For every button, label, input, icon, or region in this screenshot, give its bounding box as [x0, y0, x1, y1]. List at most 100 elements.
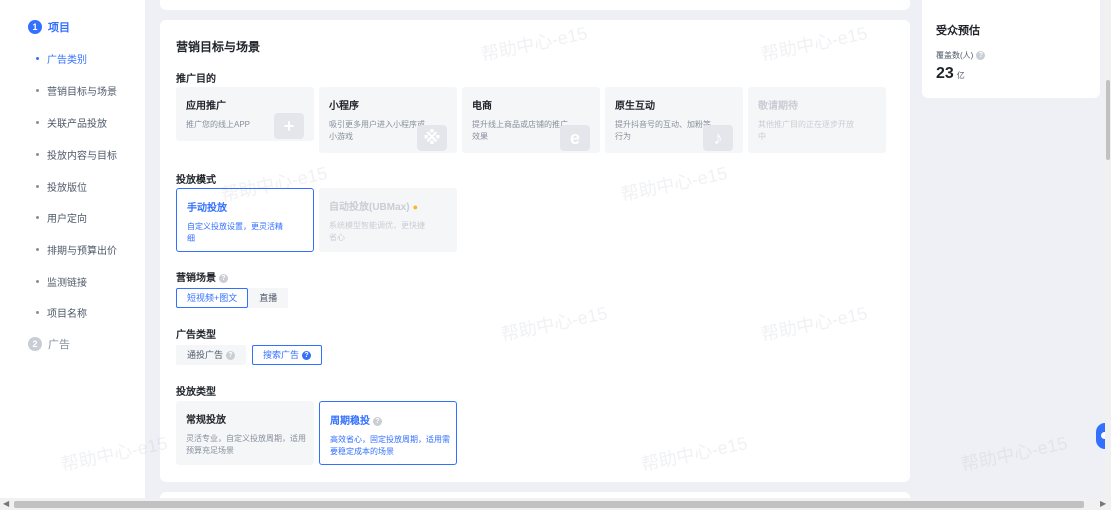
page: 1 项目 广告类别 营销目标与场景 关联产品投放 投放内容与目标 投放版位 用户… — [0, 0, 1111, 510]
ad-type-title: 广告类型 — [176, 330, 216, 341]
ad-type-general[interactable]: 通投广告? — [176, 345, 247, 365]
promo-card-miniprogram[interactable]: 小程序 吸引更多用户进入小程序或小游戏 ※ — [319, 87, 457, 153]
delivery-type-steady[interactable]: 周期稳投? 高效省心，固定投放周期，适用需要稳定成本的场景 — [319, 401, 457, 465]
delivery-mode-manual[interactable]: 手动投放 自定义投放设置，更灵活精细 — [176, 188, 314, 252]
bullet-icon — [36, 88, 39, 92]
nav-item-label: 营销目标与场景 — [47, 86, 117, 98]
coverage-number: 23 — [936, 65, 954, 82]
delivery-mode-auto: 自动投放(UBMax) ● 系统模型智能调优，更快捷省心 — [319, 188, 457, 252]
nav-item-marketing-goal[interactable]: 营销目标与场景 — [36, 82, 117, 98]
marketing-goal-card: 营销目标与场景 推广目的 应用推广 推广您的线上APP + 小程序 吸引更多用户… — [160, 20, 910, 482]
card-desc: 灵活专业，自定义投放周期，适用预算充足场景 — [186, 434, 306, 455]
card-desc: 提升抖音号的互动、加粉等行为 — [615, 120, 711, 141]
bullet-icon — [36, 152, 39, 156]
step-label-ad: 广告 — [48, 339, 70, 351]
promo-card-app[interactable]: 应用推广 推广您的线上APP + — [176, 87, 314, 141]
marketing-scene-segment: 短视频+图文 直播 — [176, 288, 289, 308]
card-title: 常规投放 — [186, 415, 226, 426]
nav-item-ad-category[interactable]: 广告类别 — [36, 50, 87, 66]
card-desc: 高效省心，固定投放周期，适用需要稳定成本的场景 — [330, 435, 450, 456]
marketing-scene-label: 营销场景 — [176, 273, 216, 284]
card-desc: 吸引更多用户进入小程序或小游戏 — [329, 120, 425, 141]
nav-item-label: 投放内容与目标 — [47, 150, 117, 162]
promo-card-coming-soon: 敬请期待 其他推广目的正在逐步开放中 — [748, 87, 886, 153]
card-title: 原生互动 — [615, 101, 655, 112]
nav-item-placement[interactable]: 投放版位 — [36, 178, 87, 194]
bulb-icon: ● — [412, 202, 418, 212]
nav-item-project-name[interactable]: 项目名称 — [36, 304, 87, 320]
step-number-2: 2 — [28, 337, 42, 351]
card-title: 自动投放(UBMax) — [329, 202, 410, 213]
delivery-mode-title: 投放模式 — [176, 175, 216, 186]
nav-item-label: 项目名称 — [47, 308, 87, 320]
step-ad[interactable]: 2 广告 — [28, 334, 70, 354]
card-title: 周期稳投 — [330, 416, 370, 427]
bullet-icon — [36, 56, 39, 60]
nav-item-label: 用户定向 — [47, 213, 87, 225]
step-number-1: 1 — [28, 20, 42, 34]
horizontal-scrollbar[interactable]: ◀ ▶ — [0, 498, 1111, 510]
ad-type-segment: 通投广告? 搜索广告? — [176, 345, 323, 365]
bullet-icon — [36, 120, 39, 124]
card-desc: 推广您的线上APP — [186, 120, 251, 129]
promo-card-ecommerce[interactable]: 电商 提升线上商品或店铺的推广效果 e — [462, 87, 600, 153]
vertical-scrollbar[interactable] — [1105, 0, 1111, 498]
help-icon[interactable]: ? — [226, 351, 236, 361]
coverage-label: 覆盖数(人) — [936, 51, 974, 60]
card-title: 手动投放 — [187, 203, 227, 214]
card-title: 小程序 — [329, 101, 359, 112]
card-desc: 自定义投放设置，更灵活精细 — [187, 222, 283, 243]
coverage-unit: 亿 — [956, 71, 965, 80]
douyin-icon: ♪ — [703, 125, 733, 151]
help-icon[interactable]: ? — [219, 273, 228, 283]
step-project[interactable]: 1 项目 — [28, 17, 70, 37]
ad-type-search[interactable]: 搜索广告? — [252, 345, 323, 365]
vertical-scroll-thumb[interactable] — [1106, 80, 1110, 160]
bullet-icon — [36, 310, 39, 314]
card-title: 应用推广 — [186, 101, 226, 112]
card-title: 电商 — [472, 101, 492, 112]
nav-item-schedule-budget[interactable]: 排期与预算出价 — [36, 241, 117, 257]
nav-item-content-goal[interactable]: 投放内容与目标 — [36, 146, 117, 162]
miniprogram-icon: ※ — [417, 125, 447, 151]
nav-item-label: 广告类别 — [47, 54, 87, 66]
section-heading: 营销目标与场景 — [176, 40, 261, 54]
card-title: 敬请期待 — [758, 101, 798, 112]
nav-item-label: 监测链接 — [47, 277, 87, 289]
help-icon[interactable]: ? — [302, 351, 312, 361]
audience-coverage-label: 覆盖数(人)? — [936, 50, 1086, 61]
watermark: 帮助中心-e15 — [959, 432, 1070, 475]
nav-item-targeting[interactable]: 用户定向 — [36, 209, 87, 225]
promo-card-native-interaction[interactable]: 原生互动 提升抖音号的互动、加粉等行为 ♪ — [605, 87, 743, 153]
nav-item-related-product[interactable]: 关联产品投放 — [36, 114, 107, 130]
scene-short-video[interactable]: 短视频+图文 — [176, 288, 249, 308]
nav-item-label: 关联产品投放 — [47, 118, 107, 130]
help-icon[interactable]: ? — [373, 416, 382, 426]
delivery-type-regular[interactable]: 常规投放 灵活专业，自定义投放周期，适用预算充足场景 — [176, 401, 314, 465]
card-desc: 系统模型智能调优，更快捷省心 — [329, 221, 425, 242]
audience-estimate-panel: 受众预估 覆盖数(人)? 23 亿 — [922, 0, 1100, 98]
nav-item-label: 投放版位 — [47, 182, 87, 194]
nav-item-label: 排期与预算出价 — [47, 245, 117, 257]
bullet-icon — [36, 279, 39, 283]
card-desc: 提升线上商品或店铺的推广效果 — [472, 120, 568, 141]
ad-type-search-label: 搜索广告 — [263, 350, 300, 360]
audience-coverage-value: 23 亿 — [936, 65, 1086, 83]
scroll-left-arrow-icon[interactable]: ◀ — [3, 498, 9, 510]
help-icon[interactable]: ? — [976, 51, 986, 61]
horizontal-scroll-thumb[interactable] — [14, 501, 1084, 508]
marketing-scene-title: 营销场景? — [176, 269, 228, 284]
ad-type-general-label: 通投广告 — [187, 350, 224, 360]
ecommerce-icon: e — [560, 125, 590, 151]
scroll-right-arrow-icon[interactable]: ▶ — [1100, 498, 1106, 510]
step-sidebar: 1 项目 广告类别 营销目标与场景 关联产品投放 投放内容与目标 投放版位 用户… — [0, 0, 145, 498]
step-label-project: 项目 — [48, 22, 70, 34]
audience-title: 受众预估 — [936, 25, 980, 37]
promo-purpose-title: 推广目的 — [176, 74, 216, 85]
delivery-type-title: 投放类型 — [176, 387, 216, 398]
plus-icon: + — [274, 113, 304, 139]
scene-live[interactable]: 直播 — [248, 288, 289, 308]
nav-item-tracking-link[interactable]: 监测链接 — [36, 273, 87, 289]
bullet-icon — [36, 247, 39, 251]
previous-card-edge — [160, 0, 910, 10]
